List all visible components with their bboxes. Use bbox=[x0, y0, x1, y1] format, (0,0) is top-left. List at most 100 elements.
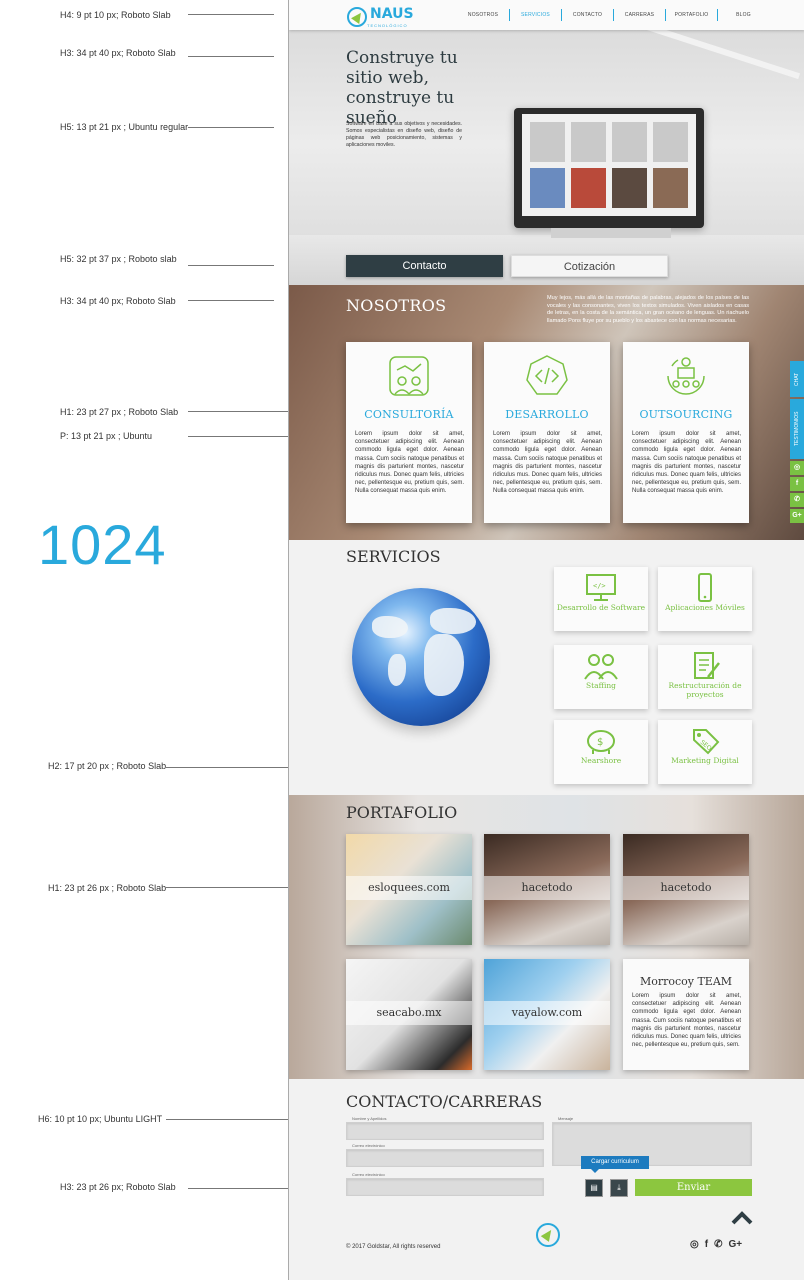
card-consultoria[interactable]: CONSULTORÍA Lorem ipsum dolor sit amet, … bbox=[346, 342, 472, 523]
service-restructuracion[interactable]: Restructuración de proyectos bbox=[658, 645, 752, 709]
facebook-icon[interactable]: f bbox=[790, 477, 804, 491]
website-mockup: NAUS TECNOLÓGICO NOSOTROS SERVICIOS CONT… bbox=[288, 0, 804, 1280]
message-label: Mensaje bbox=[558, 1116, 574, 1121]
annotation-line bbox=[188, 265, 274, 266]
portfolio-tile-label: seacabo.mx bbox=[346, 1001, 472, 1025]
service-desarrollo-software[interactable]: </> Desarrollo de Software bbox=[554, 567, 648, 631]
portfolio-featured-text: Lorem ipsum dolor sit amet, consectetuer… bbox=[632, 993, 741, 1049]
quote-button[interactable]: Cotización bbox=[511, 255, 668, 277]
hero-description: Software en base a sus objetivos y neces… bbox=[346, 121, 462, 148]
card-desarrollo[interactable]: DESARROLLO Lorem ipsum dolor sit amet, c… bbox=[484, 342, 610, 523]
card-text: Lorem ipsum dolor sit amet, consectetuer… bbox=[493, 431, 602, 495]
nav-item-blog[interactable]: BLOG bbox=[717, 9, 769, 21]
service-label: Aplicaciones Móviles bbox=[665, 603, 745, 612]
people-icon bbox=[584, 654, 618, 680]
service-nearshore[interactable]: $ Nearshore bbox=[554, 720, 648, 784]
email-field-2[interactable] bbox=[346, 1178, 544, 1196]
annotation-portfolio: H1: 23 pt 26 px ; Roboto Slab bbox=[48, 883, 167, 893]
service-aplicaciones-moviles[interactable]: Aplicaciones Móviles bbox=[658, 567, 752, 631]
portfolio-tile[interactable]: seacabo.mx bbox=[346, 959, 472, 1070]
service-label: Nearshore bbox=[580, 756, 622, 765]
portfolio-tile-label: hacetodo bbox=[623, 876, 749, 900]
brand-logo[interactable]: NAUS TECNOLÓGICO bbox=[347, 5, 414, 28]
brand-subtitle: TECNOLÓGICO bbox=[367, 23, 408, 28]
instagram-icon[interactable]: ◎ bbox=[790, 461, 804, 475]
testimonios-tab[interactable]: TESTIMONIOS bbox=[790, 399, 804, 459]
nav-menu: NOSOTROS SERVICIOS CONTACTO CARRERAS POR… bbox=[457, 9, 769, 21]
mobile-icon bbox=[698, 573, 712, 602]
portfolio-tile-label: esloquees.com bbox=[346, 876, 472, 900]
nav-item-nosotros[interactable]: NOSOTROS bbox=[457, 9, 509, 21]
nosotros-title: NOSOTROS bbox=[346, 296, 447, 315]
footer-logo-icon[interactable] bbox=[536, 1223, 560, 1247]
upload-cv-icon[interactable]: ▤ bbox=[585, 1179, 603, 1197]
side-tabs: CHAT TESTIMONIOS ◎ f ✆ G+ bbox=[790, 361, 804, 523]
facebook-icon[interactable]: f bbox=[705, 1239, 708, 1250]
service-label: Restructuración de proyectos bbox=[668, 681, 742, 699]
nosotros-text: Muy lejos, más allá de las montañas de p… bbox=[547, 295, 749, 325]
annotation-line bbox=[188, 56, 274, 57]
servicios-title: SERVICIOS bbox=[346, 547, 441, 566]
monitor-code-icon: </> bbox=[586, 574, 616, 601]
code-icon bbox=[526, 355, 568, 395]
google-plus-icon[interactable]: G+ bbox=[790, 509, 804, 523]
service-marketing-digital[interactable]: SEO Marketing Digital bbox=[658, 720, 752, 784]
google-plus-icon[interactable]: G+ bbox=[728, 1239, 742, 1250]
portfolio-tile[interactable]: hacetodo bbox=[484, 834, 610, 945]
service-label: Staffing bbox=[586, 681, 616, 690]
annotation-line bbox=[188, 436, 300, 437]
nav-item-contacto[interactable]: CONTACTO bbox=[561, 9, 613, 21]
service-staffing[interactable]: Staffing bbox=[554, 645, 648, 709]
service-label: Marketing Digital bbox=[671, 756, 739, 765]
card-title: OUTSOURCING bbox=[639, 408, 733, 421]
svg-text:$: $ bbox=[597, 737, 603, 748]
nav-item-carreras[interactable]: CARRERAS bbox=[613, 9, 665, 21]
name-label: Nombre y Apellidos bbox=[352, 1116, 387, 1121]
send-button[interactable]: Enviar bbox=[635, 1179, 752, 1196]
consulting-icon bbox=[389, 356, 429, 396]
annotation-line bbox=[188, 411, 300, 412]
portfolio-tile[interactable]: hacetodo bbox=[623, 834, 749, 945]
contact-button[interactable]: Contacto bbox=[346, 255, 503, 277]
scroll-top-icon[interactable] bbox=[731, 1211, 753, 1225]
contacto-section: CONTACTO/CARRERAS Nombre y Apellidos Cor… bbox=[289, 1079, 804, 1280]
card-title: DESARROLLO bbox=[505, 408, 589, 421]
svg-text:</>: </> bbox=[593, 582, 606, 590]
portfolio-tile-label: vayalow.com bbox=[484, 1001, 610, 1025]
outsourcing-icon bbox=[667, 357, 705, 395]
card-text: Lorem ipsum dolor sit amet, consectetuer… bbox=[355, 431, 464, 495]
chat-tab[interactable]: CHAT bbox=[790, 361, 804, 397]
card-outsourcing[interactable]: OUTSOURCING Lorem ipsum dolor sit amet, … bbox=[623, 342, 749, 523]
annotation-card-title: H1: 23 pt 27 px ; Roboto Slab bbox=[60, 407, 179, 417]
portfolio-featured-title: Morrocoy TEAM bbox=[639, 975, 733, 988]
upload-cv-tooltip: Cargar curriculum bbox=[581, 1156, 649, 1173]
portfolio-tile-label: hacetodo bbox=[484, 876, 610, 900]
portafolio-title: PORTAFOLIO bbox=[346, 803, 458, 822]
portfolio-featured[interactable]: Morrocoy TEAM Lorem ipsum dolor sit amet… bbox=[623, 959, 749, 1070]
document-edit-icon bbox=[694, 652, 720, 679]
brand-name: NAUS bbox=[370, 6, 414, 22]
whatsapp-icon[interactable]: ✆ bbox=[790, 493, 804, 507]
portfolio-tile[interactable]: esloquees.com bbox=[346, 834, 472, 945]
whatsapp-icon[interactable]: ✆ bbox=[714, 1239, 722, 1250]
annotation-hero-title: H3: 34 pt 40 px; Roboto Slab bbox=[60, 48, 176, 58]
instagram-icon[interactable]: ◎ bbox=[690, 1239, 699, 1250]
annotation-card-text: P: 13 pt 21 px ; Ubuntu bbox=[60, 431, 153, 441]
name-field[interactable] bbox=[346, 1122, 544, 1140]
annotation-services: H2: 17 pt 20 px ; Roboto Slab bbox=[48, 761, 167, 771]
annotation-buttons: H5: 32 pt 37 px ; Roboto slab bbox=[60, 254, 177, 264]
annotation-hero-desc: H5: 13 pt 21 px ; Ubuntu regular bbox=[60, 122, 189, 132]
annotation-nosotros: H3: 34 pt 40 px; Roboto Slab bbox=[60, 296, 176, 306]
portfolio-tile[interactable]: vayalow.com bbox=[484, 959, 610, 1070]
nav-item-portafolio[interactable]: PORTAFOLIO bbox=[665, 9, 717, 21]
nav-item-servicios[interactable]: SERVICIOS bbox=[509, 9, 561, 21]
attach-icon[interactable]: ⤓ bbox=[610, 1179, 628, 1197]
card-text: Lorem ipsum dolor sit amet, consectetuer… bbox=[632, 431, 741, 495]
hero-title: Construye tu sitio web, construye tu sue… bbox=[346, 48, 458, 128]
email-field[interactable] bbox=[346, 1149, 544, 1167]
copyright-text: © 2017 Goldstar, All rights reserved bbox=[346, 1244, 441, 1250]
top-nav: NAUS TECNOLÓGICO NOSOTROS SERVICIOS CONT… bbox=[289, 0, 804, 30]
piggy-bank-icon: $ bbox=[587, 730, 615, 754]
seo-tag-icon: SEO bbox=[693, 729, 720, 755]
contacto-title: CONTACTO/CARRERAS bbox=[346, 1092, 543, 1111]
